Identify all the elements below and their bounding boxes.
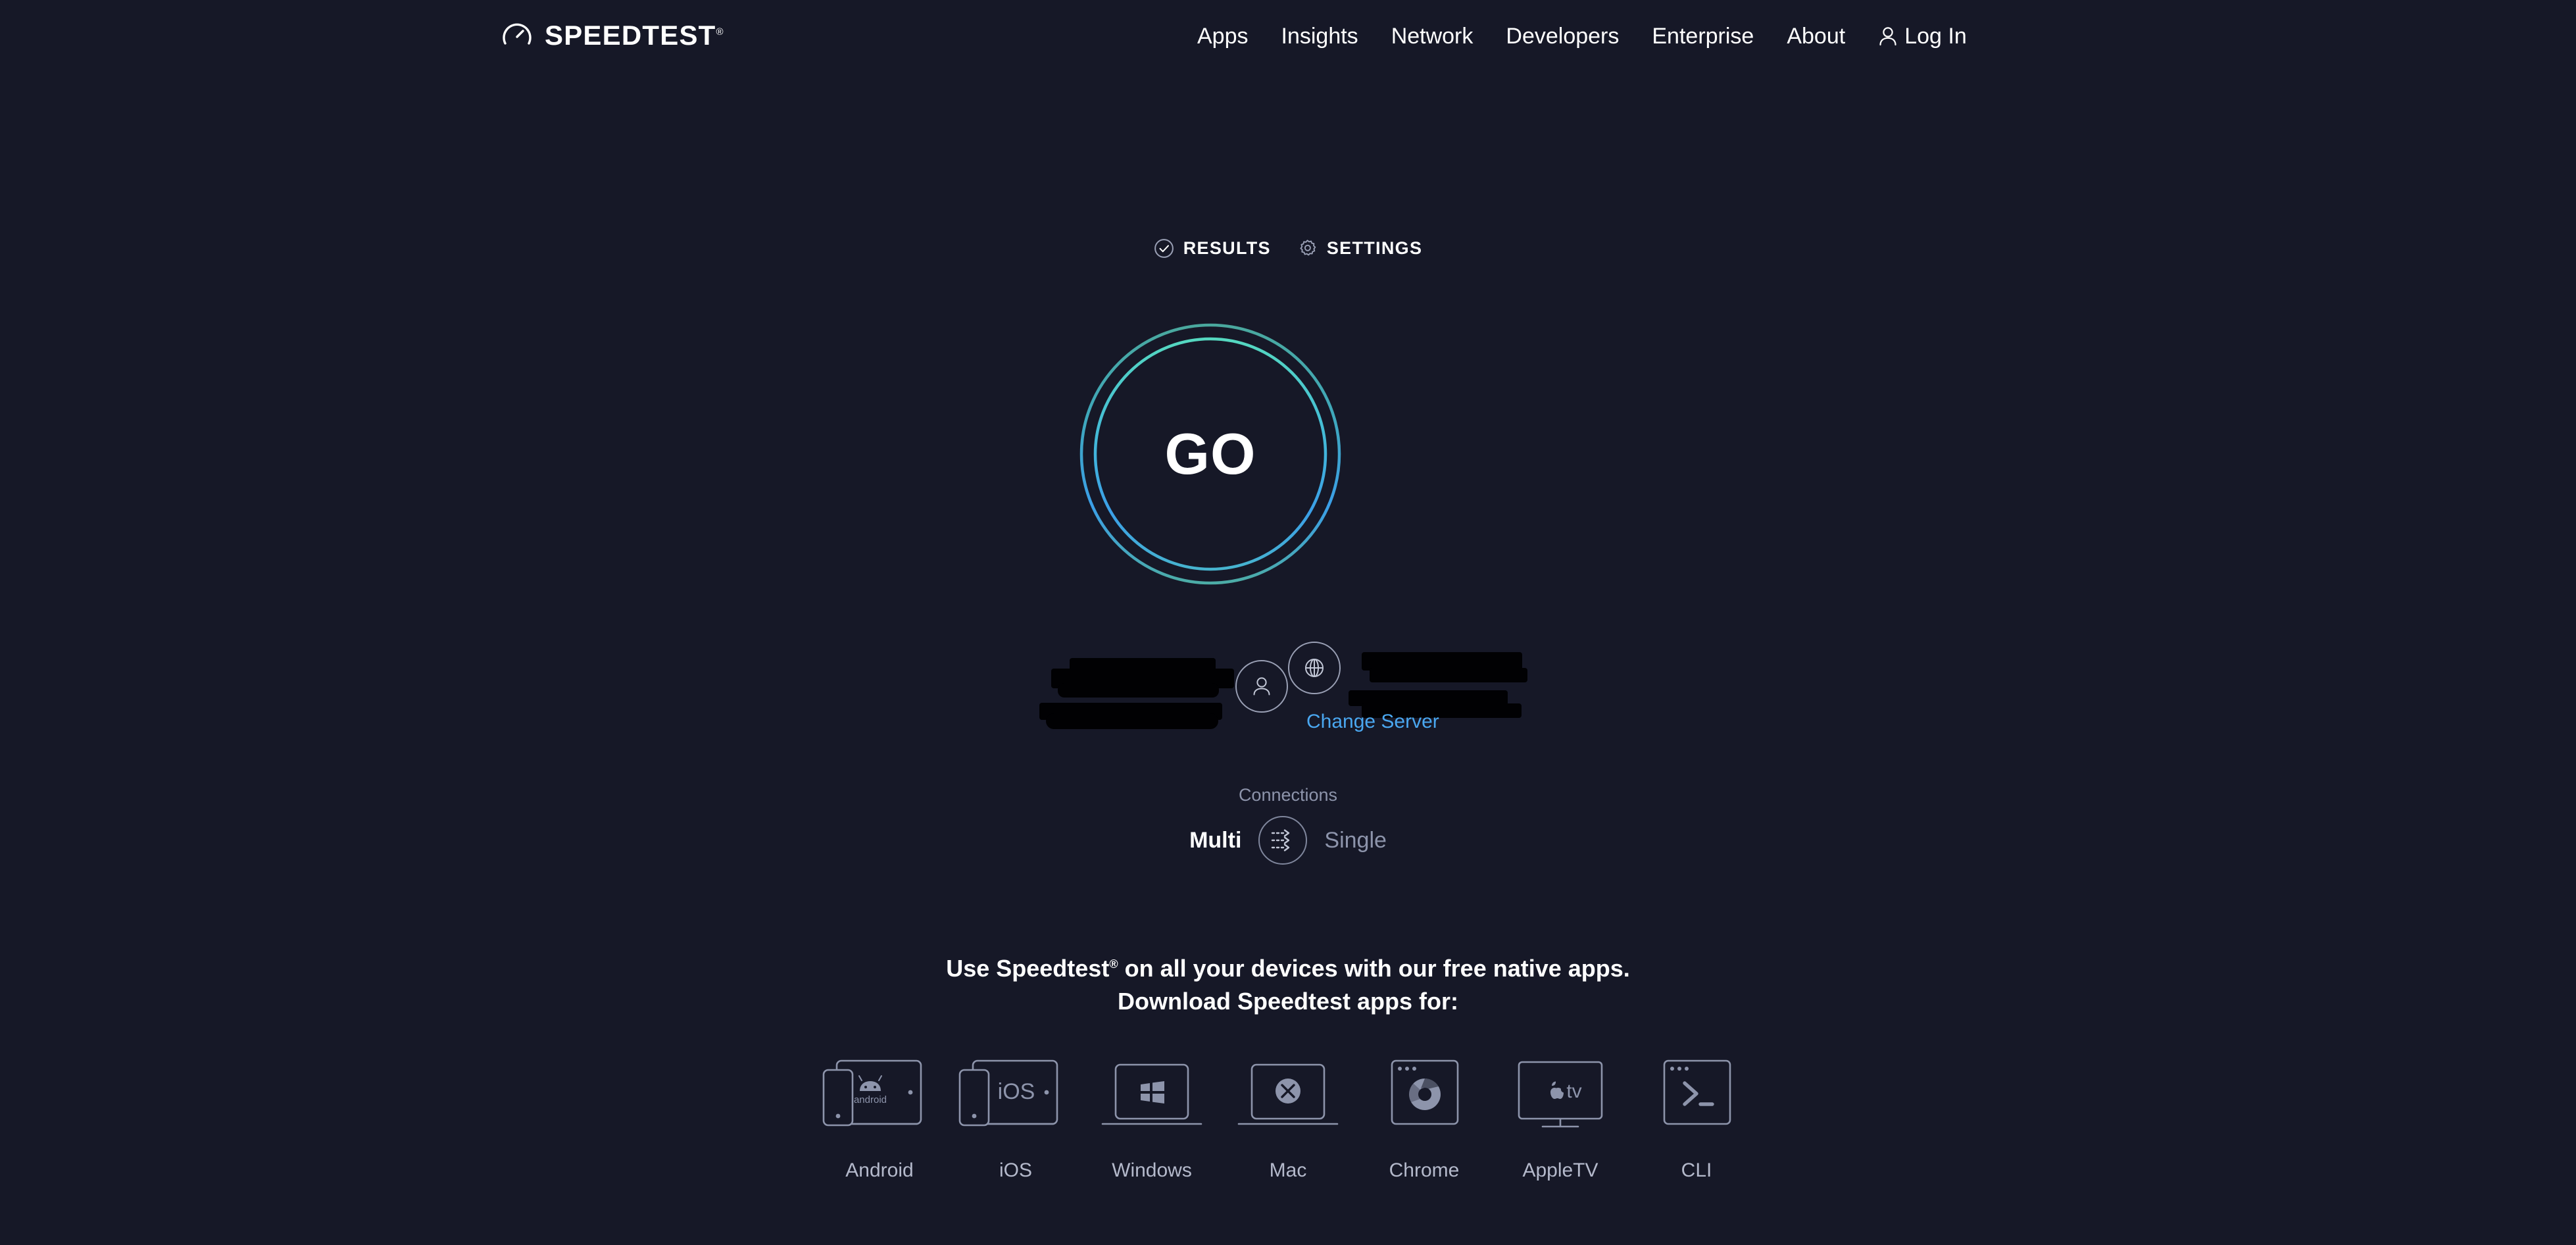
server-icon-button[interactable] (1288, 642, 1341, 694)
connections-multi-option[interactable]: Multi (1189, 827, 1241, 853)
login-button[interactable]: Log In (1862, 22, 1967, 50)
platform-android-label: Android (845, 1159, 914, 1181)
nav-item-developers[interactable]: Developers (1489, 22, 1635, 50)
platform-ios[interactable]: iOS iOS (948, 1046, 1084, 1182)
nav-item-network[interactable]: Network (1375, 22, 1490, 50)
registered-mark: ® (716, 26, 724, 38)
platform-chrome-label: Chrome (1389, 1159, 1460, 1181)
go-button-rings (1079, 323, 1341, 585)
nav-item-insights[interactable]: Insights (1265, 22, 1375, 50)
tab-settings[interactable]: SETTINGS (1297, 238, 1422, 259)
apps-promo: Use Speedtest® on all your devices with … (0, 948, 2576, 1018)
platform-chrome[interactable]: Chrome (1356, 1046, 1493, 1182)
isp-icon-button[interactable] (1235, 659, 1288, 713)
android-devices-icon: android (817, 1046, 942, 1145)
platform-mac-label: Mac (1269, 1159, 1307, 1181)
globe-icon (1305, 659, 1324, 677)
speedtest-page: SPEEDTEST® Apps Insights Network Develop… (0, 0, 2576, 1245)
check-circle-icon (1154, 238, 1174, 259)
connection-info-row (0, 642, 2576, 730)
svg-text:tv: tv (1566, 1080, 1581, 1102)
results-settings-tabs: RESULTS SETTINGS (0, 238, 2576, 259)
platform-appletv[interactable]: tv AppleTV (1493, 1046, 1629, 1182)
connections-toggle: Multi Single (0, 816, 2576, 865)
nav-item-about[interactable]: About (1770, 22, 1862, 50)
platform-cli-label: CLI (1681, 1159, 1712, 1181)
site-header: SPEEDTEST® Apps Insights Network Develop… (0, 0, 2576, 82)
ios-devices-icon: iOS (953, 1046, 1078, 1145)
platform-windows[interactable]: Windows (1084, 1046, 1220, 1182)
platform-appletv-label: AppleTV (1522, 1159, 1598, 1181)
speedtest-logo[interactable]: SPEEDTEST® (501, 20, 724, 51)
registered-mark: ® (1109, 957, 1118, 971)
speedometer-icon (501, 20, 533, 51)
terminal-icon (1634, 1046, 1759, 1145)
change-server-link[interactable]: Change Server (1306, 711, 1439, 733)
user-icon (1878, 25, 1898, 47)
platform-android[interactable]: android Android (812, 1046, 948, 1182)
connections-toggle-button[interactable] (1258, 816, 1308, 865)
platform-windows-label: Windows (1112, 1159, 1192, 1181)
isp-block (1039, 642, 1288, 730)
isp-name-redacted (1039, 651, 1234, 730)
tab-results-label: RESULTS (1183, 238, 1271, 258)
logo-wordmark: SPEEDTEST® (545, 20, 724, 51)
tab-settings-label: SETTINGS (1326, 238, 1423, 258)
multi-arrows-icon (1272, 829, 1290, 851)
login-label: Log In (1904, 24, 1967, 49)
windows-laptop-icon (1089, 1046, 1214, 1145)
svg-text:iOS: iOS (998, 1079, 1035, 1104)
chrome-browser-icon (1362, 1046, 1487, 1145)
svg-text:android: android (854, 1094, 887, 1105)
mac-laptop-icon (1226, 1046, 1350, 1145)
appletv-monitor-icon: tv (1498, 1046, 1623, 1145)
platform-list: android Android iOS iOS Windows Mac Chro… (0, 1046, 2576, 1182)
nav-item-apps[interactable]: Apps (1181, 22, 1265, 50)
gear-icon (1297, 238, 1318, 259)
promo-line-1: Use Speedtest® on all your devices with … (946, 955, 1630, 982)
promo-line-2: Download Speedtest apps for: (1117, 988, 1459, 1015)
nav-item-enterprise[interactable]: Enterprise (1635, 22, 1770, 50)
platform-mac[interactable]: Mac (1220, 1046, 1356, 1182)
tab-results[interactable]: RESULTS (1154, 238, 1271, 259)
platform-ios-label: iOS (999, 1159, 1032, 1181)
person-icon (1253, 676, 1270, 695)
go-button[interactable]: GO (1079, 322, 1342, 586)
main-navigation: Apps Insights Network Developers Enterpr… (1181, 22, 1967, 50)
connections-single-option[interactable]: Single (1324, 827, 1387, 853)
connections-label: Connections (1238, 785, 1338, 805)
platform-cli[interactable]: CLI (1629, 1046, 1765, 1182)
